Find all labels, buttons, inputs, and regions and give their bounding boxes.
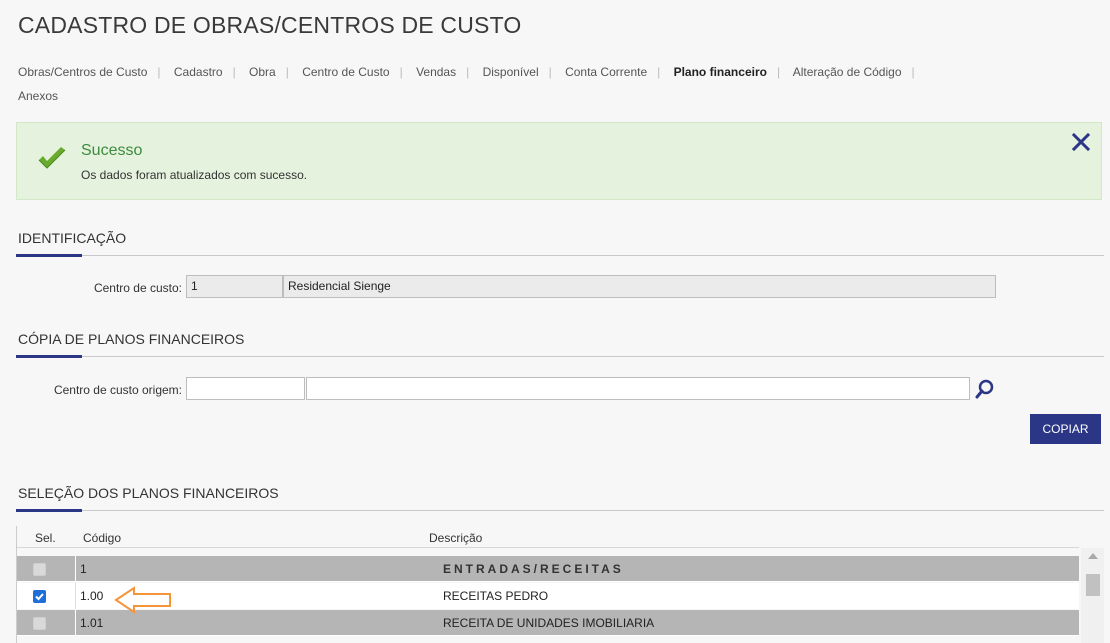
tab-alteracao-de-codigo[interactable]: Alteração de Código xyxy=(793,65,902,79)
row-checkbox[interactable] xyxy=(33,563,46,576)
row-descricao: RECEITA DE UNIDADES IMOBILIARIA xyxy=(443,616,655,630)
grid-header: Sel. Código Descrição xyxy=(17,526,1079,548)
row-descricao: ENTRADAS/RECEITAS xyxy=(443,562,624,576)
tab-separator: | xyxy=(285,65,289,79)
row-select-cell xyxy=(17,610,73,636)
copiar-button[interactable]: COPIAR xyxy=(1030,414,1101,444)
checkmark-icon xyxy=(35,593,44,601)
tab-separator: | xyxy=(657,65,661,79)
row-descricao: RECEITAS PEDRO xyxy=(443,589,549,603)
section-divider xyxy=(16,255,1104,256)
section-title-identificacao: IDENTIFICAÇÃO xyxy=(18,230,127,246)
planos-financeiros-grid: Sel. Código Descrição 1 ENTRADAS/RECEITA… xyxy=(16,526,1104,643)
table-row[interactable]: 1 ENTRADAS/RECEITAS xyxy=(17,556,1079,582)
check-icon xyxy=(37,147,67,176)
column-header-codigo: Código xyxy=(83,531,122,545)
tab-vendas[interactable]: Vendas xyxy=(416,65,456,79)
row-codigo: 1 xyxy=(75,556,435,582)
table-row[interactable]: 1.00 RECEITAS PEDRO xyxy=(17,583,1079,609)
success-alert: Sucesso Os dados foram atualizados com s… xyxy=(16,122,1102,200)
centro-de-custo-code-field: 1 xyxy=(186,275,283,298)
section-title-copia: CÓPIA DE PLANOS FINANCEIROS xyxy=(18,331,245,347)
tab-conta-corrente[interactable]: Conta Corrente xyxy=(565,65,647,79)
alert-title: Sucesso xyxy=(81,142,143,159)
tab-anexos[interactable]: Anexos xyxy=(18,89,58,103)
section-divider xyxy=(16,510,1104,511)
column-header-sel: Sel. xyxy=(35,531,56,545)
centro-de-custo-label: Centro de custo: xyxy=(93,281,182,295)
tab-separator: | xyxy=(776,65,781,79)
tab-obras-centros-de-custo[interactable]: Obras/Centros de Custo xyxy=(18,65,147,79)
close-icon[interactable] xyxy=(1071,132,1091,157)
tab-separator: | xyxy=(157,65,161,79)
tab-navigation: Obras/Centros de Custo | Cadastro | Obra | … xyxy=(18,60,1098,108)
tab-separator: | xyxy=(466,65,470,79)
tab-separator: | xyxy=(911,65,915,79)
tab-separator: | xyxy=(399,65,403,79)
row-checkbox[interactable] xyxy=(33,590,46,603)
tab-centro-de-custo[interactable]: Centro de Custo xyxy=(302,65,389,79)
section-accent xyxy=(16,509,82,512)
centro-de-custo-origem-code-input[interactable] xyxy=(186,377,305,400)
scroll-thumb[interactable] xyxy=(1086,574,1100,596)
row-select-cell xyxy=(17,583,73,609)
row-select-cell xyxy=(17,556,73,582)
tab-cadastro[interactable]: Cadastro xyxy=(174,65,223,79)
tab-separator: | xyxy=(232,65,236,79)
scroll-up-arrow-icon[interactable] xyxy=(1088,553,1098,559)
page-title: CADASTRO DE OBRAS/CENTROS DE CUSTO xyxy=(18,12,522,38)
table-row[interactable]: 1.01 RECEITA DE UNIDADES IMOBILIARIA xyxy=(17,610,1079,636)
tab-disponivel[interactable]: Disponível xyxy=(483,65,539,79)
column-header-descricao: Descrição xyxy=(429,531,483,545)
alert-message: Os dados foram atualizados com sucesso. xyxy=(81,168,308,182)
annotation-arrow-icon xyxy=(114,586,174,619)
section-accent xyxy=(16,355,82,358)
search-icon[interactable] xyxy=(973,378,997,400)
tab-plano-financeiro[interactable]: Plano financeiro xyxy=(674,65,767,79)
tab-separator: | xyxy=(548,65,552,79)
section-title-selecao: SELEÇÃO DOS PLANOS FINANCEIROS xyxy=(18,485,279,501)
centro-de-custo-origem-label: Centro de custo origem: xyxy=(53,383,182,397)
tab-obra[interactable]: Obra xyxy=(249,65,276,79)
centro-de-custo-origem-name-input[interactable] xyxy=(306,377,970,400)
centro-de-custo-name-field: Residencial Sienge xyxy=(283,275,996,298)
section-accent xyxy=(16,254,82,257)
grid-scrollbar[interactable] xyxy=(1081,548,1104,643)
section-divider xyxy=(16,356,1104,357)
row-checkbox[interactable] xyxy=(33,617,46,630)
